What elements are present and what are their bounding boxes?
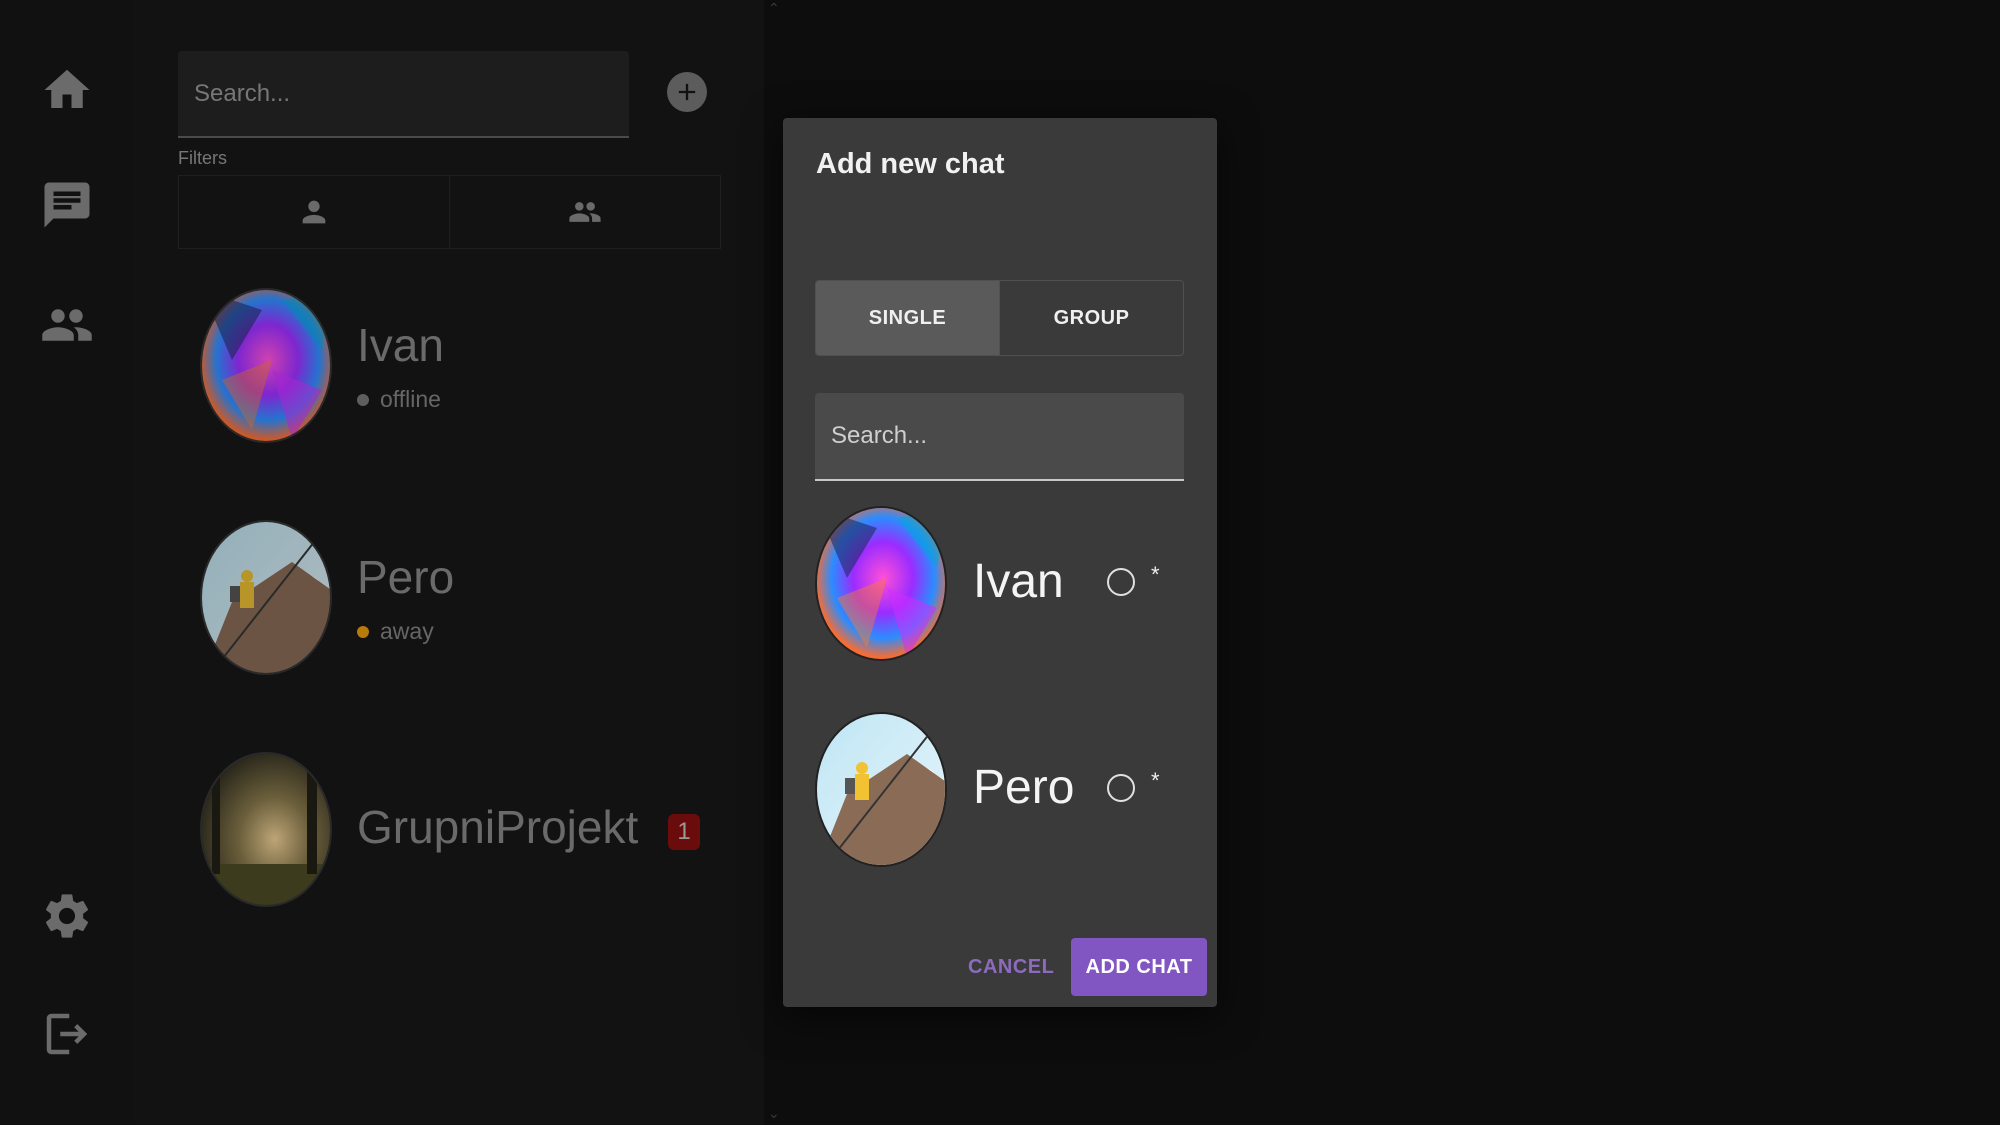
filter-single[interactable] (179, 176, 449, 248)
chat-search (178, 51, 629, 138)
nav-home[interactable] (37, 60, 97, 120)
status-dot (357, 625, 369, 638)
scroll-down-icon[interactable]: ⌄ (768, 1105, 780, 1122)
required-mark: * (1151, 768, 1160, 793)
chat-search-input[interactable] (178, 51, 629, 136)
chat-name: GrupniProjekt (357, 801, 639, 853)
scroll-up-icon[interactable]: ⌃ (768, 0, 780, 17)
status-text: offline (380, 386, 441, 412)
dialog-title: Add new chat (816, 148, 1005, 180)
nav-rail (0, 0, 134, 1125)
avatar (815, 712, 947, 867)
nav-settings[interactable] (37, 886, 97, 946)
user-select-radio[interactable] (1107, 774, 1135, 802)
user-name: Ivan (973, 555, 1064, 608)
avatar (200, 520, 332, 675)
nav-logout[interactable] (37, 1004, 97, 1064)
filters-label: Filters (178, 148, 227, 168)
chat-item-ivan[interactable]: Ivan offline (200, 288, 740, 448)
avatar (815, 506, 947, 661)
user-option-ivan[interactable]: Ivan * (815, 506, 1184, 662)
settings-icon (45, 894, 89, 938)
chat-name: Ivan (357, 319, 444, 371)
home-icon (44, 69, 90, 108)
nav-chats[interactable] (37, 175, 97, 235)
user-select-radio[interactable] (1107, 568, 1135, 596)
required-mark: * (1151, 562, 1160, 587)
filter-group[interactable] (449, 176, 720, 248)
app-root: Filters Ivan off (0, 0, 2000, 1125)
chat-item-pero[interactable]: Pero away (200, 520, 740, 680)
nav-contacts[interactable] (37, 295, 97, 355)
add-chat-button[interactable]: ADD CHAT (1071, 938, 1207, 996)
avatar (200, 288, 332, 443)
avatar (200, 752, 332, 907)
status-dot (357, 393, 369, 406)
chat-status: away (357, 618, 434, 645)
unread-badge: 1 (668, 814, 700, 850)
filter-toggle-group (178, 175, 721, 249)
user-name: Pero (973, 761, 1075, 814)
tab-single[interactable]: SINGLE (816, 281, 999, 355)
chat-icon (44, 182, 90, 228)
person-icon (302, 200, 326, 224)
group-icon (569, 202, 601, 222)
dialog-search-input[interactable] (815, 393, 1184, 479)
user-option-pero[interactable]: Pero * (815, 712, 1184, 868)
plus-icon (678, 83, 696, 101)
status-text: away (380, 618, 434, 644)
contacts-icon (42, 309, 92, 341)
cancel-button[interactable]: CANCEL (968, 956, 1054, 979)
add-chat-dialog: Add new chat SINGLE GROUP Ivan * (783, 118, 1217, 1007)
chat-type-toggle: SINGLE GROUP (815, 280, 1184, 356)
chat-item-grupniprojekt[interactable]: GrupniProjekt 1 (200, 752, 740, 912)
dialog-search (815, 393, 1184, 481)
chat-name: Pero (357, 551, 455, 603)
chat-status: offline (357, 386, 441, 413)
chat-list-panel: Filters Ivan off (134, 0, 764, 1125)
tab-group[interactable]: GROUP (999, 281, 1183, 355)
new-chat-button[interactable] (667, 72, 707, 112)
logout-icon (46, 1013, 88, 1055)
